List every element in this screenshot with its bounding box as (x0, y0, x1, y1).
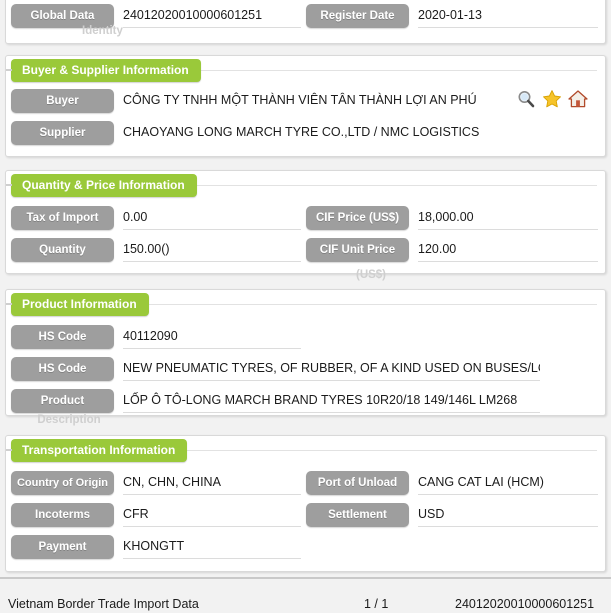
home-icon[interactable] (568, 89, 588, 109)
footer-page-indicator: 1 / 1 (364, 597, 389, 611)
transportation-card: Transportation Information Country of Or… (5, 435, 606, 572)
hs-code-description-value[interactable]: NEW PNEUMATIC TYRES, OF RUBBER, OF A KIN… (123, 357, 540, 381)
product-description-label: Product (11, 389, 114, 413)
port-of-unload-label: Port of Unload (306, 471, 409, 495)
field-quantity: Quantity 150.00() (11, 238, 301, 264)
section-title-product: Product Information (6, 293, 149, 316)
tax-of-import-value[interactable]: 0.00 (123, 206, 301, 230)
payment-label: Payment (11, 535, 114, 559)
product-clipped-label: Description (37, 414, 101, 426)
register-date-value[interactable]: 2020-01-13 (418, 4, 598, 28)
incoterms-label: Incoterms (11, 503, 114, 527)
quantity-label: Quantity (11, 238, 114, 262)
field-hs-code: HS Code 40112090 (11, 325, 301, 351)
supplier-label: Supplier (11, 121, 114, 145)
register-date-label: Register Date (306, 4, 409, 28)
incoterms-value[interactable]: CFR (123, 503, 301, 527)
hs-code-description-label: HS Code (11, 357, 114, 381)
section-title-quantity-price: Quantity & Price Information (6, 174, 197, 197)
field-tax-of-import: Tax of Import 0.00 (11, 206, 301, 232)
section-title-buyer-supplier: Buyer & Supplier Information (6, 59, 201, 82)
cif-unit-price-value[interactable]: 120.00 (418, 238, 598, 262)
port-of-unload-value[interactable]: CANG CAT LAI (HCM) (418, 471, 598, 495)
buyer-supplier-card: Buyer & Supplier Information Buyer CÔNG … (5, 55, 606, 157)
payment-value[interactable]: KHONGTT (123, 535, 301, 559)
product-description-value[interactable]: LỐP Ô TÔ-LONG MARCH BRAND TYRES 10R20/18… (123, 389, 540, 413)
hs-code-label: HS Code (11, 325, 114, 349)
buyer-label: Buyer (11, 89, 114, 113)
field-cif-unit-price: CIF Unit Price 120.00 (306, 238, 598, 264)
field-payment: Payment KHONGTT (11, 535, 301, 561)
search-icon[interactable] (516, 89, 536, 109)
field-register-date: Register Date 2020-01-13 (306, 4, 598, 30)
cif-price-value[interactable]: 18,000.00 (418, 206, 598, 230)
field-settlement: Settlement USD (306, 503, 598, 529)
tax-of-import-label: Tax of Import (11, 206, 114, 230)
footer-divider (0, 577, 611, 579)
cif-unit-price-clipped-label: (US$) (355, 269, 387, 281)
field-hs-code-description: HS Code NEW PNEUMATIC TYRES, OF RUBBER, … (11, 357, 601, 383)
cif-price-label: CIF Price (US$) (306, 206, 409, 230)
footer-source-label: Vietnam Border Trade Import Data (8, 597, 199, 611)
star-icon[interactable] (542, 89, 562, 109)
footer-record-id: 24012020010000601251 (455, 597, 595, 611)
quantity-value[interactable]: 150.00() (123, 238, 301, 262)
field-country-of-origin: Country of Origin CN, CHN, CHINA (11, 471, 301, 497)
quantity-price-card: Quantity & Price Information Tax of Impo… (5, 170, 606, 274)
field-port-of-unload: Port of Unload CANG CAT LAI (HCM) (306, 471, 598, 497)
field-supplier: Supplier CHAOYANG LONG MARCH TYRE CO.,LT… (11, 121, 601, 147)
section-title-transportation: Transportation Information (6, 439, 188, 462)
settlement-label: Settlement (306, 503, 409, 527)
field-buyer: Buyer CÔNG TY TNHH MỘT THÀNH VIÊN TÂN TH… (11, 89, 601, 115)
hs-code-value[interactable]: 40112090 (123, 325, 301, 349)
product-information-card: Product Information HS Code 40112090 HS … (5, 289, 606, 416)
country-of-origin-label: Country of Origin (11, 471, 114, 495)
country-of-origin-value[interactable]: CN, CHN, CHINA (123, 471, 301, 495)
identity-clipped-label: Identity (82, 25, 123, 37)
settlement-value[interactable]: USD (418, 503, 598, 527)
cif-unit-price-label: CIF Unit Price (306, 238, 409, 262)
field-incoterms: Incoterms CFR (11, 503, 301, 529)
buyer-value[interactable]: CÔNG TY TNHH MỘT THÀNH VIÊN TÂN THÀNH LỢ… (123, 89, 513, 113)
field-product-description: Product LỐP Ô TÔ-LONG MARCH BRAND TYRES … (11, 389, 601, 415)
supplier-value[interactable]: CHAOYANG LONG MARCH TYRE CO.,LTD / NMC L… (123, 121, 593, 145)
field-cif-price: CIF Price (US$) 18,000.00 (306, 206, 598, 232)
identity-card: Global Data 24012020010000601251 Registe… (5, 0, 606, 44)
